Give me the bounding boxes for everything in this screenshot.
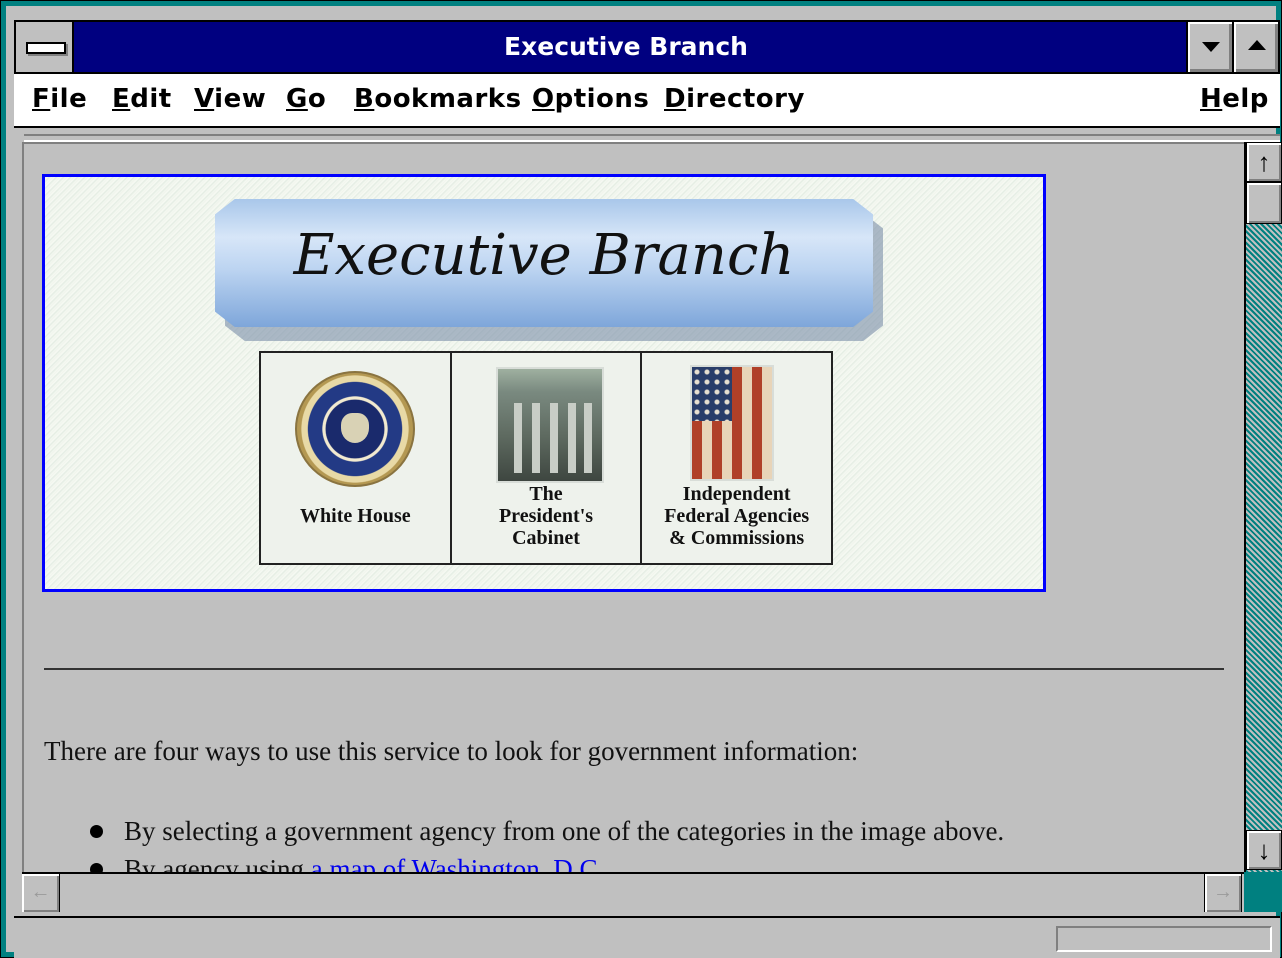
ways-list: By selecting a government agency from on… [84, 812, 1004, 872]
system-menu-icon [26, 42, 66, 54]
scroll-up-button[interactable]: ↑ [1246, 142, 1282, 182]
banner-heading: Executive Branch [293, 223, 795, 288]
page-content: Executive Branch White House The Preside… [22, 142, 1244, 872]
arrow-right-icon: → [1213, 881, 1233, 903]
column [513, 403, 522, 473]
map-link[interactable]: a map of Washington, D.C. [311, 854, 605, 872]
list-item: By agency using a map of Washington, D.C… [84, 850, 1004, 872]
bullet-icon [90, 825, 103, 838]
menu-help[interactable]: Help [1200, 84, 1269, 114]
maximize-icon [1248, 40, 1266, 50]
flag-canton [692, 367, 733, 421]
presidential-seal-icon [295, 371, 415, 487]
menu-go[interactable]: Go [286, 84, 326, 114]
minimize-button[interactable] [1186, 22, 1232, 72]
toolbar-separator [24, 134, 1280, 142]
category-white-house[interactable]: White House [261, 353, 452, 563]
scrollbar-corner [1244, 872, 1282, 912]
status-bar [14, 916, 1280, 958]
column [583, 403, 592, 473]
category-cabinet[interactable]: The President's Cabinet [452, 353, 643, 563]
vertical-scrollbar[interactable]: ↑ ↓ [1244, 142, 1282, 872]
menu-options[interactable]: Options [532, 84, 649, 114]
category-label: White House [300, 505, 411, 527]
category-label: The President's Cabinet [498, 483, 594, 549]
eagle-icon [341, 413, 369, 443]
horizontal-rule [44, 668, 1224, 670]
heading-plaque: Executive Branch [215, 199, 873, 327]
menu-bookmarks[interactable]: Bookmarks [354, 84, 522, 114]
list-item: By selecting a government agency from on… [84, 812, 1004, 850]
title-bar: Executive Branch [14, 20, 1280, 74]
window-title: Executive Branch [504, 32, 748, 61]
system-menu-button[interactable] [16, 22, 74, 72]
arrow-down-icon: ↓ [1257, 835, 1271, 865]
minimize-icon [1202, 42, 1220, 52]
category-grid: White House The President's Cabinet Inde… [259, 351, 833, 565]
bullet-icon [90, 863, 103, 872]
menu-directory[interactable]: Directory [664, 84, 805, 114]
menu-edit[interactable]: Edit [112, 84, 172, 114]
menu-file[interactable]: File [32, 84, 87, 114]
menu-bar: File Edit View Go Bookmarks Options Dire… [14, 74, 1280, 128]
column [549, 403, 558, 473]
arrow-up-icon: ↑ [1257, 147, 1271, 177]
arrow-left-icon: ← [30, 881, 51, 903]
menu-view[interactable]: View [194, 84, 266, 114]
horizontal-scrollbar[interactable]: ← → [22, 872, 1244, 912]
scroll-down-button[interactable]: ↓ [1246, 830, 1282, 870]
column [567, 403, 576, 473]
scroll-right-button[interactable]: → [1204, 874, 1242, 912]
column [531, 403, 540, 473]
progress-indicator [1056, 926, 1272, 952]
category-independent-agencies[interactable]: Independent Federal Agencies & Commissio… [642, 353, 831, 563]
scroll-left-button[interactable]: ← [22, 874, 60, 912]
american-flag-icon [690, 365, 775, 481]
browser-window: Executive Branch File Edit View Go Bookm… [0, 0, 1282, 958]
intro-paragraph: There are four ways to use this service … [44, 736, 859, 766]
executive-branch-imagemap[interactable]: Executive Branch White House The Preside… [42, 174, 1046, 592]
scroll-thumb[interactable] [1246, 182, 1282, 224]
category-label: Independent Federal Agencies & Commissio… [664, 483, 810, 549]
cabinet-building-icon [495, 367, 604, 483]
maximize-button[interactable] [1232, 22, 1278, 72]
